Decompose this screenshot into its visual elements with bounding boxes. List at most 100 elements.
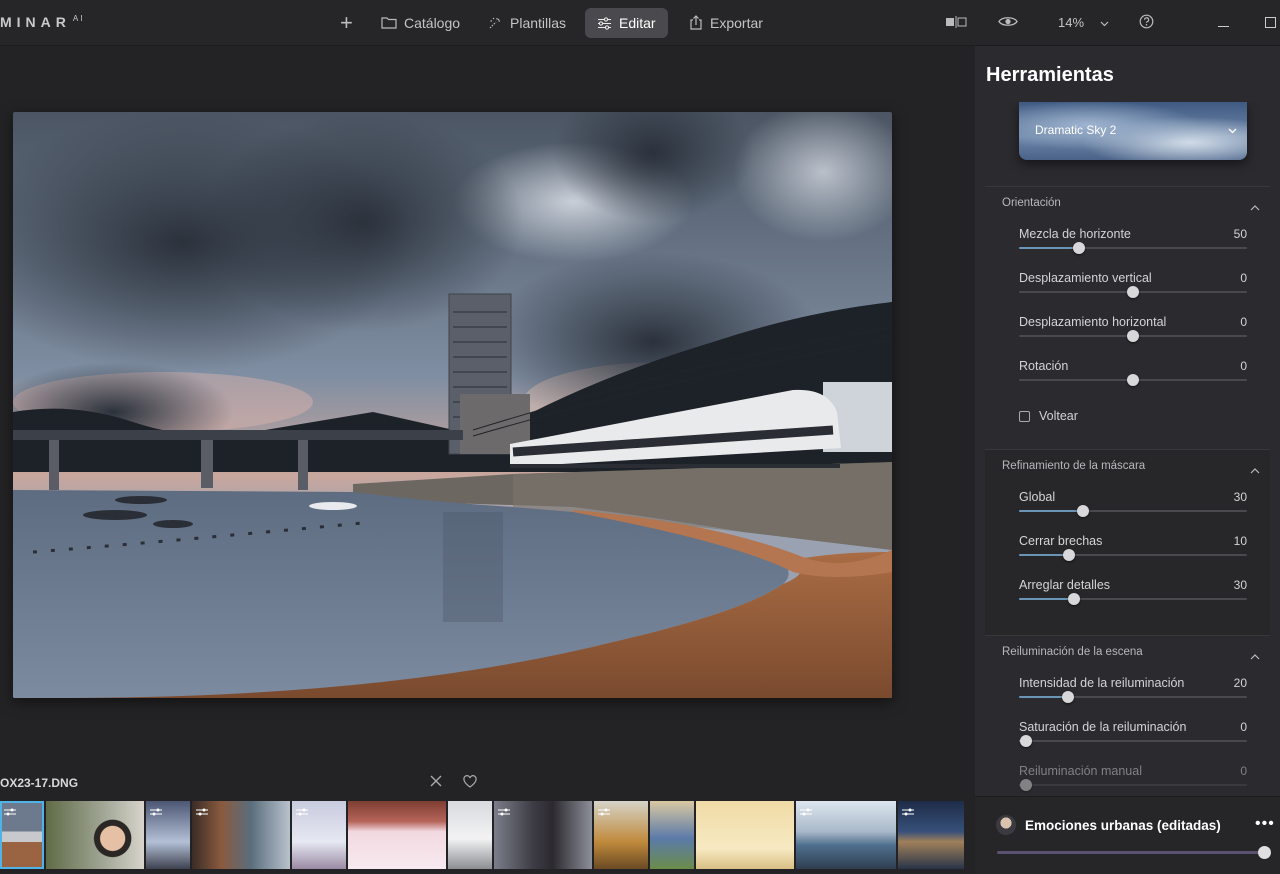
add-button[interactable]: + (340, 0, 353, 45)
templates-label: Plantillas (510, 14, 567, 31)
edit-label: Editar (619, 15, 656, 31)
slider-knob[interactable] (1067, 593, 1080, 605)
slider[interactable]: Global 30 (1019, 490, 1247, 526)
slider[interactable]: Arreglar detalles 30 (1019, 578, 1247, 614)
edited-badge-icon (4, 804, 16, 816)
thumbnail[interactable] (46, 801, 144, 869)
help-button[interactable] (1139, 0, 1154, 45)
zoom-select[interactable]: 14% (1058, 0, 1109, 45)
slider-value: 0 (1240, 720, 1247, 734)
more-icon[interactable]: ••• (1255, 815, 1275, 833)
thumbnail[interactable] (494, 801, 592, 869)
sky-select[interactable]: Dramatic Sky 2 (1019, 102, 1247, 160)
export-label: Exportar (710, 14, 763, 31)
slider[interactable]: Intensidad de la reiluminación 20 (1019, 676, 1247, 712)
minimize-button[interactable] (1218, 0, 1229, 45)
panel-title: Herramientas (986, 64, 1114, 86)
thumbnail[interactable] (594, 801, 648, 869)
slider-knob[interactable] (1073, 242, 1086, 254)
thumbnail[interactable] (348, 801, 446, 869)
catalog-button[interactable]: Catálogo (381, 0, 460, 45)
slider[interactable]: Rotación 0 (1019, 359, 1247, 395)
current-filename: OX23-17.DNG (0, 776, 79, 790)
slider-value: 30 (1233, 578, 1247, 592)
slider-knob[interactable] (1076, 505, 1089, 517)
thumbnail[interactable] (796, 801, 896, 869)
slider-value: 0 (1240, 764, 1247, 778)
slider-track[interactable] (1019, 549, 1247, 561)
slider-knob[interactable] (1019, 735, 1032, 747)
slider[interactable]: Desplazamiento vertical 0 (1019, 271, 1247, 307)
thumbnail[interactable] (192, 801, 290, 869)
sparkle-icon (487, 15, 503, 31)
thumbnail[interactable] (696, 801, 794, 869)
thumbnail[interactable] (146, 801, 190, 869)
share-icon (689, 15, 703, 30)
thumbnail[interactable] (650, 801, 694, 869)
orientation-section: Orientación Mezcla de horizonte 50 Desplaz… (985, 186, 1270, 449)
preview-toggle[interactable] (998, 0, 1018, 45)
slider-value: 0 (1240, 271, 1247, 285)
preset-amount-slider[interactable] (997, 846, 1271, 859)
slider-track[interactable] (1019, 593, 1247, 605)
slider-label: Rotación (1019, 359, 1069, 373)
compare-button[interactable] (945, 0, 967, 45)
slider[interactable]: Saturación de la reiluminación 0 (1019, 720, 1247, 756)
slider-value: 0 (1240, 315, 1247, 329)
thumbnail[interactable] (0, 801, 44, 869)
sliders-icon (597, 16, 612, 30)
maximize-button[interactable] (1265, 0, 1276, 45)
slider-track[interactable] (1019, 691, 1247, 703)
thumbnail[interactable] (448, 801, 492, 869)
catalog-label: Catálogo (404, 14, 461, 31)
top-bar: MINAR AI + Catálogo Plantillas Editar Exp… (0, 0, 1280, 46)
slider-knob[interactable] (1127, 286, 1139, 298)
slider[interactable]: Desplazamiento horizontal 0 (1019, 315, 1247, 351)
compare-icon (945, 15, 967, 31)
slider-knob[interactable] (1019, 779, 1032, 791)
slider-knob[interactable] (1063, 549, 1076, 561)
templates-button[interactable]: Plantillas (487, 0, 566, 45)
tools-scroll[interactable]: Dramatic Sky 2 Orientación Mezcla de hor… (985, 102, 1280, 794)
slider-track[interactable] (1019, 330, 1247, 342)
edited-photo[interactable] (13, 112, 892, 698)
flip-checkbox[interactable]: Voltear (1019, 407, 1247, 425)
close-icon[interactable] (429, 774, 443, 791)
chevron-down-icon (1100, 15, 1109, 30)
edit-tab[interactable]: Editar (585, 8, 668, 38)
slider-track[interactable] (1019, 779, 1247, 791)
chevron-up-icon[interactable] (1250, 462, 1260, 477)
slider-track[interactable] (1019, 505, 1247, 517)
mask-header[interactable]: Refinamiento de la máscara (1002, 460, 1145, 472)
slider[interactable]: Mezcla de horizonte 50 (1019, 227, 1247, 263)
relight-header[interactable]: Reiluminación de la escena (1002, 646, 1143, 658)
slider[interactable]: Cerrar brechas 10 (1019, 534, 1247, 570)
checkbox-box[interactable] (1019, 410, 1030, 422)
maximize-icon (1265, 15, 1276, 31)
edited-badge-icon (196, 804, 208, 816)
slider-label: Desplazamiento horizontal (1019, 315, 1167, 329)
chevron-up-icon[interactable] (1250, 199, 1260, 214)
help-icon (1139, 14, 1154, 32)
thumbnail[interactable] (292, 801, 346, 869)
slider-knob[interactable] (1127, 330, 1139, 342)
plus-icon: + (340, 9, 353, 35)
orientation-header[interactable]: Orientación (1002, 197, 1061, 209)
heart-icon[interactable] (463, 775, 477, 791)
export-button[interactable]: Exportar (689, 0, 763, 45)
slider-track[interactable] (1019, 735, 1247, 747)
slider-knob[interactable] (1258, 846, 1271, 859)
slider-track[interactable] (1019, 242, 1247, 254)
slider[interactable]: Reiluminación manual 0 (1019, 764, 1247, 794)
filmstrip (0, 801, 965, 869)
slider-fill (1019, 598, 1074, 600)
slider-track[interactable] (1019, 374, 1247, 386)
slider-fill (1019, 554, 1070, 556)
relight-section: Reiluminación de la escena Intensidad de… (985, 635, 1270, 794)
slider-knob[interactable] (1062, 691, 1075, 703)
slider-label: Reiluminación manual (1019, 764, 1142, 778)
slider-track[interactable] (1019, 286, 1247, 298)
chevron-up-icon[interactable] (1250, 648, 1260, 663)
thumbnail[interactable] (898, 801, 964, 869)
slider-knob[interactable] (1127, 374, 1139, 386)
